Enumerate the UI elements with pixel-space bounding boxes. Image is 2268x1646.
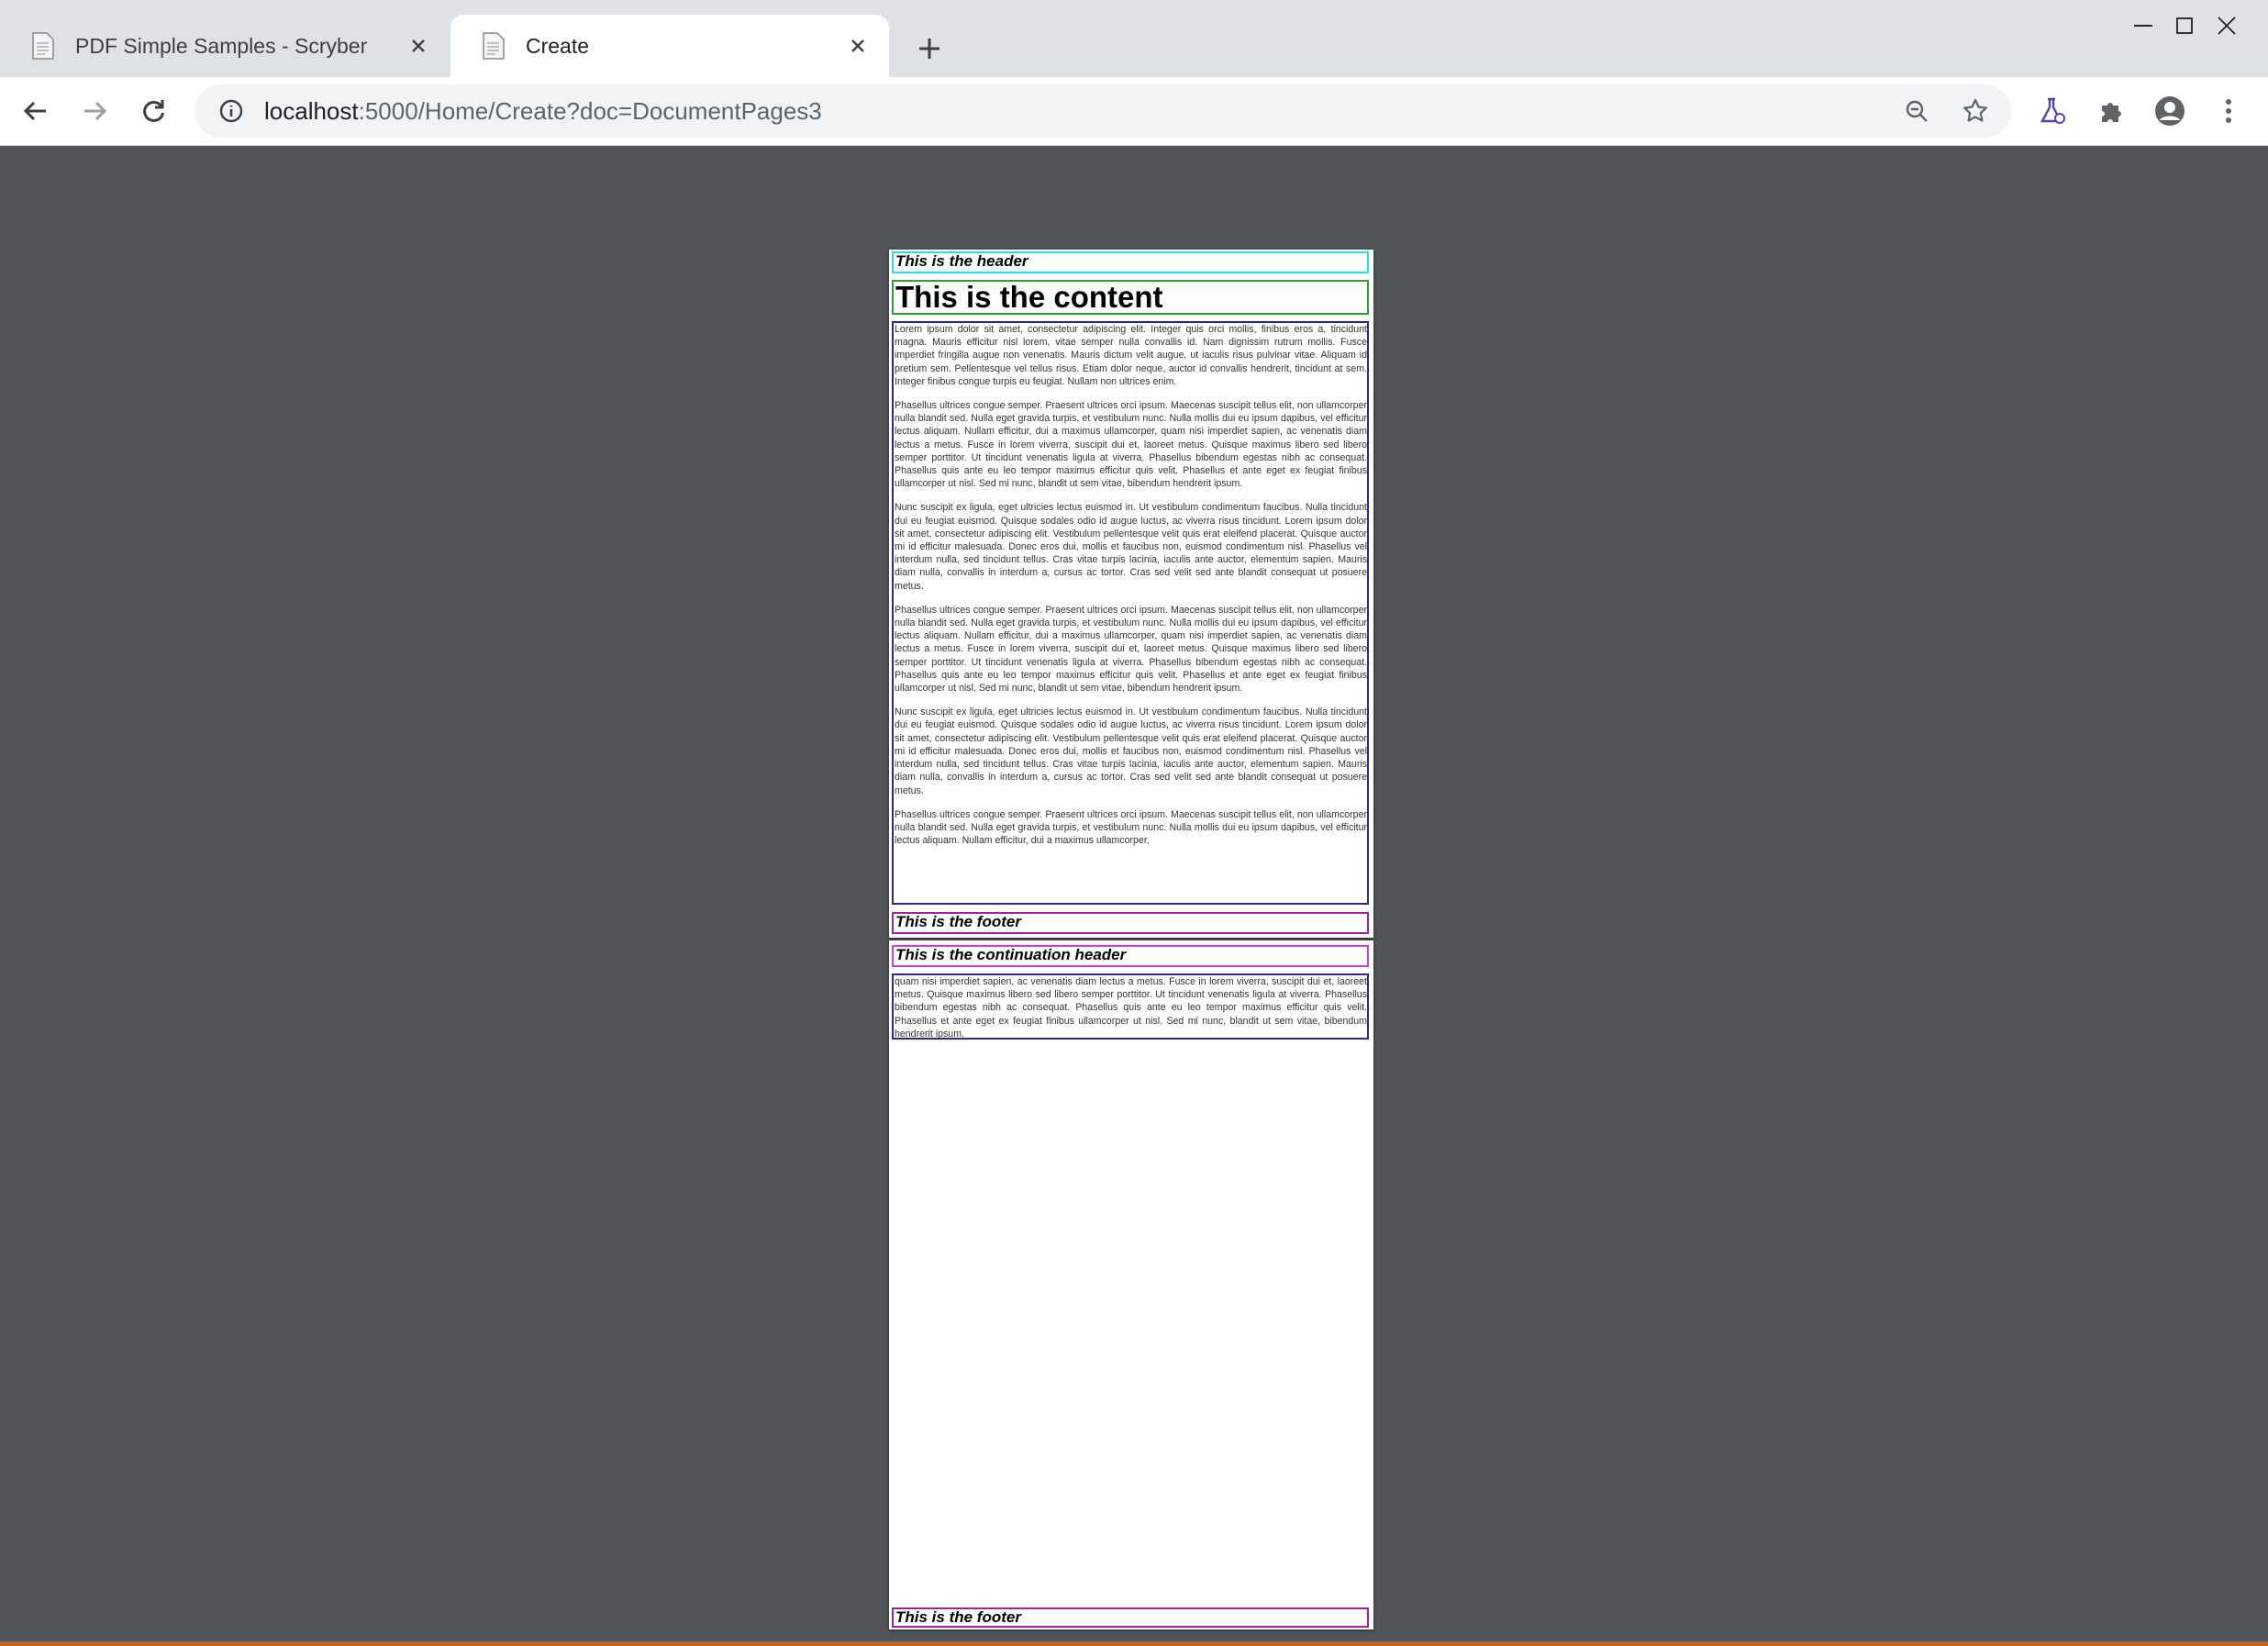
new-tab-button[interactable] xyxy=(908,28,951,70)
paragraph: Phasellus ultrices congue semper. Praese… xyxy=(895,808,1367,847)
content-heading: This is the content xyxy=(895,280,1163,314)
page-footer: This is the footer xyxy=(895,913,1021,930)
tab-title: Create xyxy=(526,33,590,58)
back-button[interactable] xyxy=(13,88,59,134)
url-path: :5000/Home/Create?doc=DocumentPages3 xyxy=(358,96,822,125)
document-icon xyxy=(32,32,54,60)
zoom-icon[interactable] xyxy=(1894,88,1940,134)
arrow-right-icon xyxy=(84,101,107,121)
close-window-button[interactable] xyxy=(2185,0,2268,51)
extensions-puzzle-icon[interactable] xyxy=(2088,88,2134,134)
close-tab-icon[interactable] xyxy=(839,28,876,64)
paragraph: Phasellus ultrices congue semper. Praese… xyxy=(895,604,1367,695)
address-bar[interactable]: localhost:5000/Home/Create?doc=DocumentP… xyxy=(195,84,2011,138)
pdf-page-1: This is the header This is the content L… xyxy=(889,250,1373,938)
continuation-body-box: quam nisi imperdiet sapien, ac venenatis… xyxy=(892,973,1369,1040)
status-accent-line xyxy=(0,1641,2268,1646)
profile-avatar-icon[interactable] xyxy=(2147,88,2193,134)
paragraph: Lorem ipsum dolor sit amet, consectetur … xyxy=(895,324,1367,387)
paragraph: Nunc suscipit ex ligula, eget ultricies … xyxy=(895,706,1367,796)
info-icon[interactable] xyxy=(213,93,250,129)
tab-title: PDF Simple Samples - Scryber xyxy=(75,33,368,58)
continuation-header-box: This is the continuation header xyxy=(892,945,1369,967)
page-header: This is the header xyxy=(895,252,1028,270)
url-text[interactable]: localhost:5000/Home/Create?doc=DocumentP… xyxy=(264,97,1894,126)
paragraph: quam nisi imperdiet sapien, ac venenatis… xyxy=(895,976,1367,1040)
arrow-left-icon xyxy=(23,101,46,121)
browser-toolbar: localhost:5000/Home/Create?doc=DocumentP… xyxy=(0,77,2268,146)
reload-button[interactable] xyxy=(130,88,176,134)
tab-create[interactable]: Create xyxy=(450,15,889,77)
content-body-box: Lorem ipsum dolor sit amet, consectetur … xyxy=(892,321,1369,905)
paragraph: Phasellus ultrices congue semper. Praese… xyxy=(895,400,1367,490)
url-host: localhost xyxy=(264,96,359,125)
document-icon xyxy=(483,32,505,60)
page-footer-box: This is the footer xyxy=(892,912,1369,934)
page-header-box: This is the header xyxy=(892,251,1369,273)
star-icon[interactable] xyxy=(1952,88,1998,134)
close-tab-icon[interactable] xyxy=(400,28,437,64)
more-menu-icon[interactable] xyxy=(2206,88,2251,134)
pdf-page-2: This is the continuation header quam nis… xyxy=(889,940,1373,1629)
page-footer: This is the footer xyxy=(895,1608,1021,1626)
continuation-header: This is the continuation header xyxy=(895,946,1127,963)
labs-flask-icon[interactable] xyxy=(2029,88,2075,134)
page-footer-box: This is the footer xyxy=(892,1607,1369,1628)
tab-strip: PDF Simple Samples - Scryber Create xyxy=(0,0,2268,77)
close-icon xyxy=(2218,17,2236,35)
plus-icon xyxy=(919,39,939,59)
forward-button[interactable] xyxy=(72,88,117,134)
paragraph: Nunc suscipit ex ligula, eget ultricies … xyxy=(895,502,1367,592)
tab-pdf-simple-samples[interactable]: PDF Simple Samples - Scryber xyxy=(0,15,450,77)
content-heading-box: This is the content xyxy=(892,280,1369,315)
reload-icon xyxy=(143,100,164,122)
